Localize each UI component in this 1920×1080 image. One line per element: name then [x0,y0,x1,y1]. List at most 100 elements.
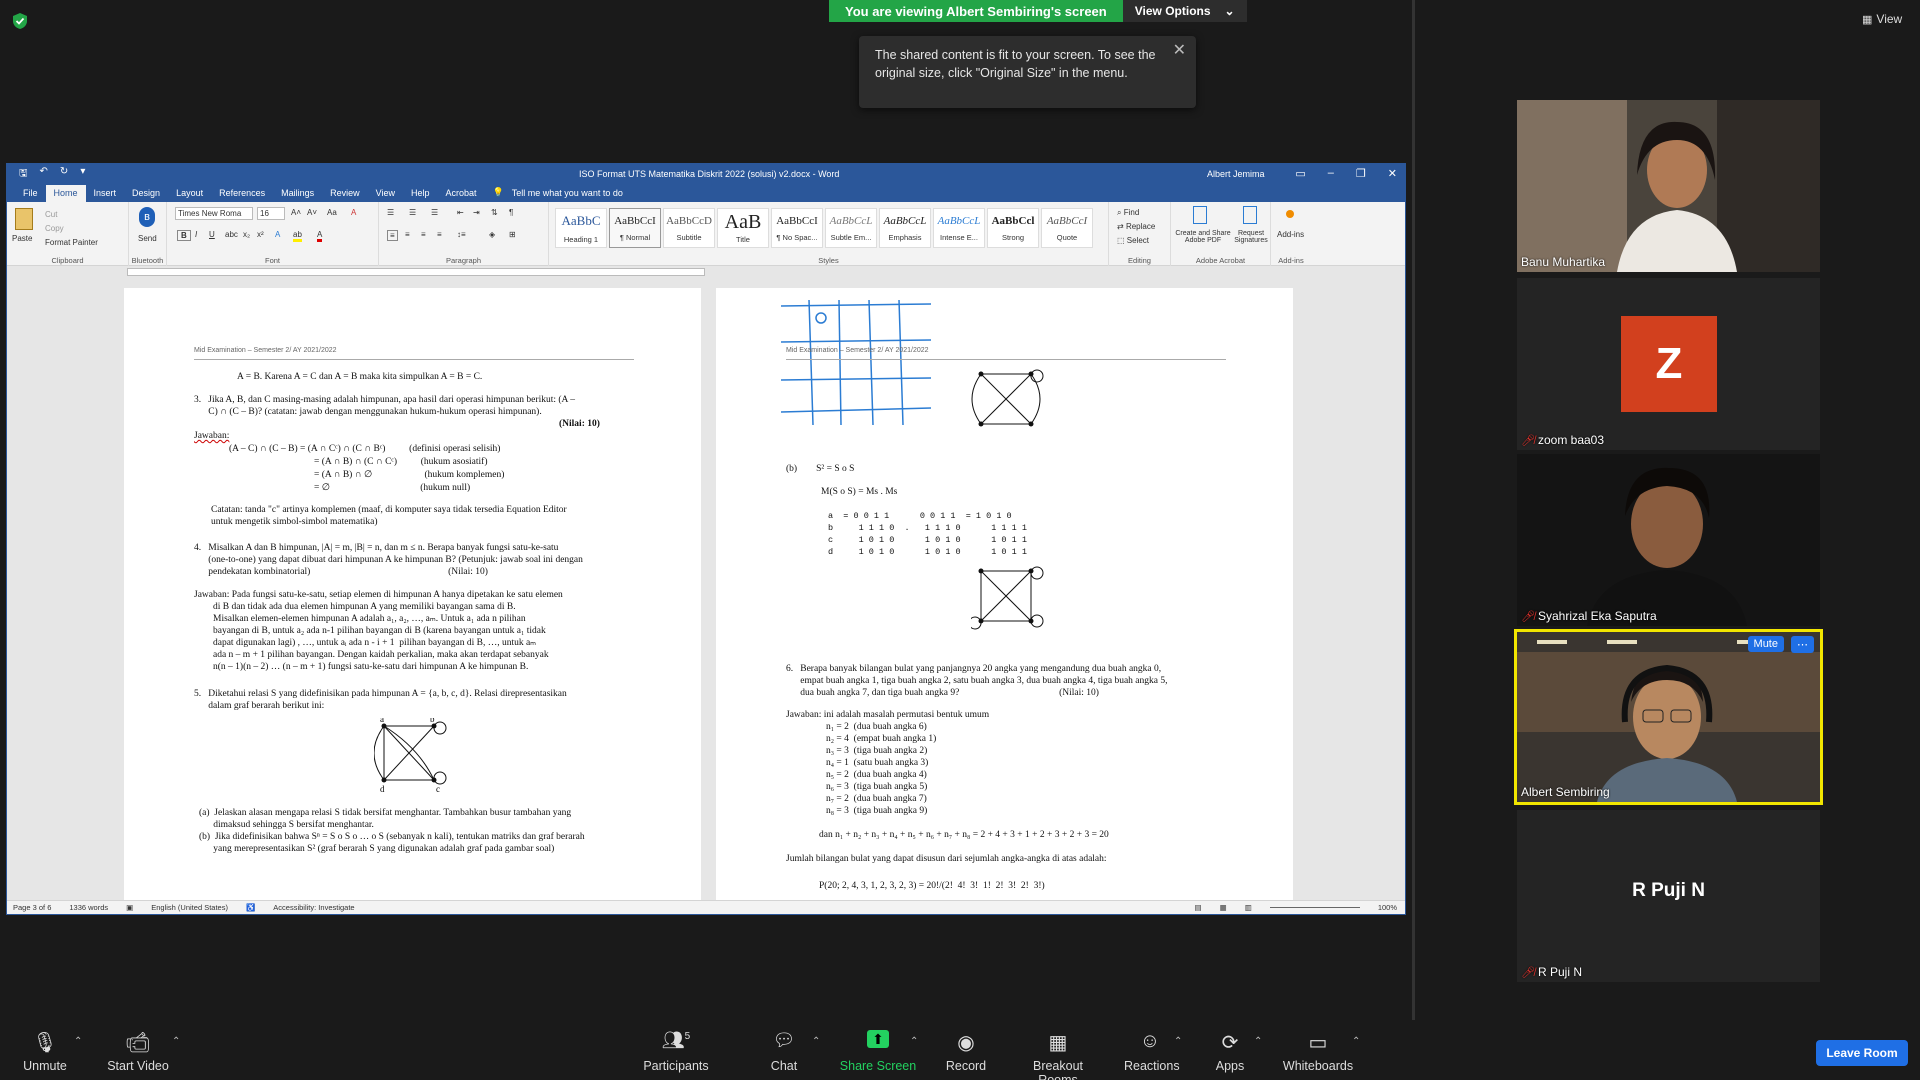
align-left-icon[interactable]: ≡ [387,230,398,241]
page-count[interactable]: Page 3 of 6 [13,903,51,912]
word-user-name[interactable]: Albert Jemima [1207,169,1265,179]
participant-tile-r-puji[interactable]: R Puji N 🎤︎̸ R Puji N [1517,810,1820,982]
panel-divider[interactable] [1412,0,1415,1020]
tab-file[interactable]: File [15,185,46,202]
ribbon-display-icon[interactable]: ▭ [1295,167,1305,180]
bullets-icon[interactable]: ☰ [387,208,394,217]
participant-tile-syahrizal[interactable]: 🎤︎̸ Syahrizal Eka Saputra [1517,454,1820,626]
align-center-icon[interactable]: ≡ [405,230,410,239]
request-signatures-button[interactable]: Request Signatures [1233,230,1269,244]
document-canvas[interactable]: Mid Examination – Semester 2/ AY 2021/20… [7,278,1405,900]
document-page-left[interactable]: Mid Examination – Semester 2/ AY 2021/20… [124,288,701,900]
accessibility-status[interactable]: Accessibility: Investigate [273,903,354,912]
reactions-button[interactable]: ☺ Reactions [1124,1030,1180,1073]
style-title[interactable]: AaB Title [717,208,769,248]
print-layout-icon[interactable]: ▦ [1220,903,1227,912]
style-subtitle[interactable]: AaBbCcD Subtitle [663,208,715,248]
style-no-spacing[interactable]: AaBbCcI ¶ No Spac... [771,208,823,248]
share-screen-button[interactable]: ⬆ Share Screen [838,1030,918,1073]
document-page-right[interactable]: Mid Examination – Semester 2/ AY 2021/20… [716,288,1293,900]
more-options-icon[interactable]: ⋯ [1791,636,1814,653]
web-layout-icon[interactable]: ▥ [1245,903,1252,912]
replace-button[interactable]: ⇄ Replace [1117,222,1155,231]
zoom-slider[interactable] [1269,907,1360,908]
video-options-chevron-icon[interactable]: ⌃ [172,1036,180,1047]
share-options-chevron-icon[interactable]: ⌃ [910,1036,918,1047]
mute-participant-button[interactable]: Mute [1747,636,1784,652]
underline-icon[interactable]: U [209,230,215,239]
bold-icon[interactable]: B [177,230,191,241]
save-icon[interactable]: 🖫 [19,166,28,183]
tab-home[interactable]: Home [45,185,86,202]
addins-button[interactable]: Add-ins [1277,230,1304,239]
participant-tile-banu[interactable]: Banu Muhartika [1517,100,1820,272]
chat-button[interactable]: 💬︎ Chat [764,1030,804,1073]
shrink-font-icon[interactable]: A˅ [307,208,317,217]
align-right-icon[interactable]: ≡ [421,230,426,239]
chat-options-chevron-icon[interactable]: ⌃ [812,1036,820,1047]
word-count[interactable]: 1336 words [69,903,108,912]
horizontal-ruler[interactable] [7,266,1405,278]
start-video-button[interactable]: 📹︎ Start Video [106,1030,170,1073]
style-intense-emphasis[interactable]: AaBbCcL Intense E... [933,208,985,248]
shading-icon[interactable]: ◈ [489,230,495,239]
close-icon[interactable]: ✕ [1173,42,1186,60]
breakout-rooms-button[interactable]: ▦ Breakout Rooms [1012,1030,1104,1080]
whiteboards-chevron-icon[interactable]: ⌃ [1352,1036,1360,1047]
proofing-icon[interactable]: ▣ [126,903,133,912]
participant-tile-albert-active[interactable]: Mute ⋯ Albert Sembiring [1514,629,1823,805]
tab-design[interactable]: Design [124,185,168,202]
strikethrough-icon[interactable]: abc [225,230,238,239]
redo-icon[interactable]: ↻ [60,166,68,183]
superscript-icon[interactable]: x² [257,230,264,239]
zoom-level[interactable]: 100% [1378,903,1397,912]
minimize-icon[interactable]: – [1328,167,1334,180]
style-quote[interactable]: AaBbCcI Quote [1041,208,1093,248]
italic-icon[interactable]: I [195,230,197,239]
grow-font-icon[interactable]: A˄ [291,208,301,217]
create-pdf-button[interactable]: Create and Share Adobe PDF [1175,230,1231,244]
send-button[interactable]: Send [138,234,157,243]
change-case-icon[interactable]: Aa [327,208,337,217]
record-button[interactable]: ◉ Record [944,1030,988,1073]
read-mode-icon[interactable]: ▤ [1195,903,1202,912]
multilevel-list-icon[interactable]: ☰ [431,208,438,217]
paste-icon[interactable] [15,208,33,230]
tab-mailings[interactable]: Mailings [273,185,322,202]
format-painter-button[interactable]: Format Painter [45,238,98,247]
find-button[interactable]: ⌕ Find [1117,208,1139,218]
increase-indent-icon[interactable]: ⇥ [473,208,480,217]
apps-button[interactable]: ⟳ Apps [1212,1030,1248,1073]
justify-icon[interactable]: ≡ [437,230,442,239]
close-window-icon[interactable]: ✕ [1388,167,1397,180]
font-name-select[interactable]: Times New Roma [175,207,253,220]
language[interactable]: English (United States) [151,903,228,912]
paste-button[interactable]: Paste [12,234,32,243]
participants-button[interactable]: 👥︎5 Participants [640,1030,712,1073]
style-subtle-emphasis[interactable]: AaBbCcL Subtle Em... [825,208,877,248]
request-signatures-icon[interactable] [1243,206,1257,224]
addins-icon[interactable] [1286,210,1294,218]
style-emphasis[interactable]: AaBbCcL Emphasis [879,208,931,248]
clear-format-icon[interactable]: A [351,208,356,217]
subscript-icon[interactable]: x₂ [243,230,250,239]
participant-tile-zoom-baa03[interactable]: Z 🎤︎̸ zoom baa03 [1517,278,1820,450]
tab-review[interactable]: Review [322,185,368,202]
tab-references[interactable]: References [211,185,273,202]
select-button[interactable]: ⬚ Select [1117,236,1149,245]
text-effects-icon[interactable]: A [275,230,280,239]
reactions-chevron-icon[interactable]: ⌃ [1174,1036,1182,1047]
tab-insert[interactable]: Insert [86,185,125,202]
create-pdf-icon[interactable] [1193,206,1207,224]
style-heading-1[interactable]: AaBbC Heading 1 [555,208,607,248]
tab-view[interactable]: View [368,185,403,202]
copy-button[interactable]: Copy [45,224,64,233]
line-spacing-icon[interactable]: ↕≡ [457,230,466,239]
maximize-icon[interactable]: ❐ [1356,167,1366,180]
font-size-select[interactable]: 16 [257,207,285,220]
leave-room-button[interactable]: Leave Room [1816,1040,1908,1066]
tab-acrobat[interactable]: Acrobat [438,185,485,202]
font-color-icon[interactable]: A [317,230,323,242]
whiteboards-button[interactable]: ▭ Whiteboards [1282,1030,1354,1073]
customize-icon[interactable]: ▾ [80,166,85,183]
